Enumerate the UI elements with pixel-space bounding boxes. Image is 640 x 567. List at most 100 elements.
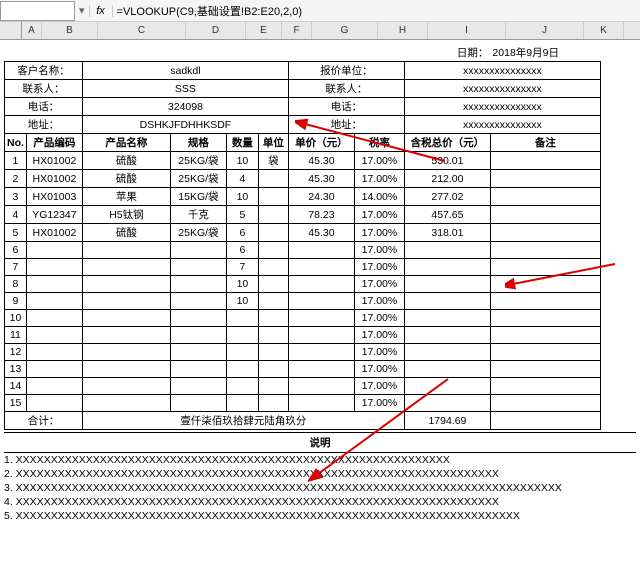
sheet-area[interactable]: 日期： 2018年9月9日 客户名称： sadkdl 报价单位： xxxxxxx…: [0, 44, 640, 523]
customer-value[interactable]: sadkdl: [82, 62, 288, 80]
cell-total[interactable]: [404, 259, 490, 276]
cell-qty[interactable]: 4: [226, 170, 258, 188]
cell-qty[interactable]: 6: [226, 242, 258, 259]
cell-no[interactable]: 2: [5, 170, 27, 188]
cell-no[interactable]: 13: [5, 361, 27, 378]
cell-total[interactable]: [404, 361, 490, 378]
formula-input[interactable]: [113, 3, 640, 19]
cell-remark[interactable]: [490, 206, 600, 224]
cell-code[interactable]: [26, 378, 82, 395]
cell-remark[interactable]: [490, 361, 600, 378]
cell-price[interactable]: [288, 259, 354, 276]
cell-name[interactable]: [82, 344, 170, 361]
cell-total[interactable]: 530.01: [404, 152, 490, 170]
col-J[interactable]: J: [506, 22, 584, 39]
cell-remark[interactable]: [490, 327, 600, 344]
quoter-value[interactable]: xxxxxxxxxxxxxxx: [404, 62, 600, 80]
col-D[interactable]: D: [186, 22, 246, 39]
table-row[interactable]: 5HX01002硫酸25KG/袋645.3017.00%318.01: [5, 224, 601, 242]
col-F[interactable]: F: [282, 22, 312, 39]
cell-remark[interactable]: [490, 344, 600, 361]
cell-unit[interactable]: [258, 224, 288, 242]
cell-unit[interactable]: [258, 378, 288, 395]
cell-no[interactable]: 5: [5, 224, 27, 242]
cell-code[interactable]: [26, 259, 82, 276]
cell-price[interactable]: 45.30: [288, 152, 354, 170]
cell-remark[interactable]: [490, 224, 600, 242]
cell-spec[interactable]: [170, 361, 226, 378]
cell-remark[interactable]: [490, 293, 600, 310]
cell-unit[interactable]: [258, 310, 288, 327]
cell-qty[interactable]: 10: [226, 293, 258, 310]
cell-no[interactable]: 8: [5, 276, 27, 293]
cell-qty[interactable]: [226, 395, 258, 412]
cell-total[interactable]: 212.00: [404, 170, 490, 188]
phone2-value[interactable]: xxxxxxxxxxxxxxx: [404, 98, 600, 116]
cell-price[interactable]: [288, 395, 354, 412]
cell-spec[interactable]: [170, 327, 226, 344]
addr-value[interactable]: DSHKJFDHHKSDF: [82, 116, 288, 134]
col-G[interactable]: G: [312, 22, 378, 39]
cell-price[interactable]: [288, 293, 354, 310]
cell-price[interactable]: [288, 327, 354, 344]
cell-no[interactable]: 10: [5, 310, 27, 327]
cell-name[interactable]: 硫酸: [82, 170, 170, 188]
cell-price[interactable]: 45.30: [288, 170, 354, 188]
cell-unit[interactable]: [258, 170, 288, 188]
cell-unit[interactable]: [258, 259, 288, 276]
cell-name[interactable]: 硫酸: [82, 152, 170, 170]
table-row[interactable]: 4YG12347H5钛钢千克578.2317.00%457.65: [5, 206, 601, 224]
cell-total[interactable]: [404, 344, 490, 361]
cell-total[interactable]: [404, 395, 490, 412]
cell-qty[interactable]: [226, 344, 258, 361]
table-row[interactable]: 3HX01003苹果15KG/袋1024.3014.00%277.02: [5, 188, 601, 206]
cell-price[interactable]: [288, 276, 354, 293]
cell-spec[interactable]: 15KG/袋: [170, 188, 226, 206]
cell-spec[interactable]: [170, 344, 226, 361]
cell-name[interactable]: [82, 395, 170, 412]
cell-qty[interactable]: 10: [226, 152, 258, 170]
cell-total[interactable]: 277.02: [404, 188, 490, 206]
table-row[interactable]: 91017.00%: [5, 293, 601, 310]
cell-code[interactable]: HX01002: [26, 152, 82, 170]
cell-no[interactable]: 14: [5, 378, 27, 395]
cell-total[interactable]: 318.01: [404, 224, 490, 242]
cell-price[interactable]: [288, 242, 354, 259]
table-row[interactable]: 1HX01002硫酸25KG/袋10袋45.3017.00%530.01: [5, 152, 601, 170]
cell-code[interactable]: [26, 242, 82, 259]
cell-unit[interactable]: 袋: [258, 152, 288, 170]
fx-icon[interactable]: fx: [89, 5, 113, 17]
cell-spec[interactable]: 25KG/袋: [170, 224, 226, 242]
cell-total[interactable]: [404, 242, 490, 259]
cell-qty[interactable]: 6: [226, 224, 258, 242]
cell-qty[interactable]: 7: [226, 259, 258, 276]
cell-no[interactable]: 4: [5, 206, 27, 224]
cell-remark[interactable]: [490, 378, 600, 395]
cell-name[interactable]: 硫酸: [82, 224, 170, 242]
table-row[interactable]: 2HX01002硫酸25KG/袋445.3017.00%212.00: [5, 170, 601, 188]
cell-tax[interactable]: 17.00%: [354, 310, 404, 327]
cell-price[interactable]: [288, 344, 354, 361]
cell-qty[interactable]: 10: [226, 188, 258, 206]
cell-tax[interactable]: 17.00%: [354, 242, 404, 259]
table-row[interactable]: 6617.00%: [5, 242, 601, 259]
cell-code[interactable]: [26, 395, 82, 412]
cell-code[interactable]: [26, 276, 82, 293]
contact-value[interactable]: SSS: [82, 80, 288, 98]
addr2-value[interactable]: xxxxxxxxxxxxxxx: [404, 116, 600, 134]
table-row[interactable]: 1317.00%: [5, 361, 601, 378]
cell-spec[interactable]: 25KG/袋: [170, 152, 226, 170]
cell-no[interactable]: 12: [5, 344, 27, 361]
cell-spec[interactable]: [170, 242, 226, 259]
cell-remark[interactable]: [490, 188, 600, 206]
cell-price[interactable]: [288, 310, 354, 327]
cell-spec[interactable]: 千克: [170, 206, 226, 224]
cell-price[interactable]: 45.30: [288, 224, 354, 242]
cell-code[interactable]: [26, 310, 82, 327]
cell-code[interactable]: HX01002: [26, 224, 82, 242]
col-I[interactable]: I: [428, 22, 506, 39]
cell-spec[interactable]: [170, 395, 226, 412]
table-row[interactable]: 1217.00%: [5, 344, 601, 361]
cell-total[interactable]: [404, 276, 490, 293]
cell-spec[interactable]: [170, 259, 226, 276]
